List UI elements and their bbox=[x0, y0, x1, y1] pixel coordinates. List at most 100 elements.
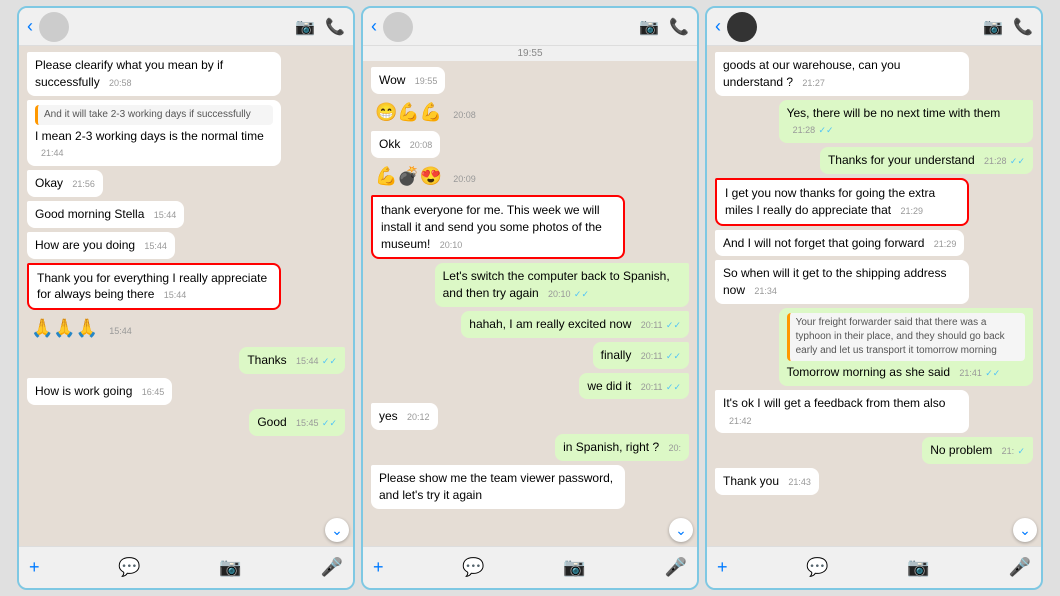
tick-icon: ✓ bbox=[1017, 446, 1025, 456]
plus-icon[interactable]: + bbox=[717, 557, 728, 578]
msg-row: Okay 21:56 bbox=[27, 170, 345, 197]
panel1: ‹ 📷 📞 Please clearify what you mean by i… bbox=[17, 6, 355, 590]
msg-bubble: hahah, I am really excited now 20:11 ✓✓ bbox=[461, 311, 689, 338]
msg-row: And I will not forget that going forward… bbox=[715, 230, 1033, 257]
phone-icon[interactable]: 📞 bbox=[1013, 17, 1033, 37]
tick-icon: ✓✓ bbox=[666, 382, 681, 392]
scroll-down-button[interactable]: ⌄ bbox=[669, 518, 693, 542]
msg-row: we did it 20:11 ✓✓ bbox=[371, 373, 689, 400]
video-call-icon[interactable]: 📷 bbox=[983, 17, 1003, 37]
msg-bubble: goods at our warehouse, can you understa… bbox=[715, 52, 969, 96]
msg-row: Thanks for your understand 21:28 ✓✓ bbox=[715, 147, 1033, 174]
msg-bubble: Thank you 21:43 bbox=[715, 468, 819, 495]
msg-row: And it will take 2-3 working days if suc… bbox=[27, 100, 345, 167]
panel2: ‹ 📷 📞 19:55 Wow 19:55 😁💪💪 20:08 bbox=[361, 6, 699, 590]
tick-icon: ✓✓ bbox=[985, 368, 1000, 378]
msg-bubble: Okk 20:08 bbox=[371, 131, 440, 158]
msg-bubble: Please clearify what you mean by if succ… bbox=[27, 52, 281, 96]
msg-row: finally 20:11 ✓✓ bbox=[371, 342, 689, 369]
panel3: ‹ 📷 📞 goods at our warehouse, can you un… bbox=[705, 6, 1043, 590]
chat-icon[interactable]: 💬 bbox=[462, 557, 484, 578]
msg-bubble: Okay 21:56 bbox=[27, 170, 103, 197]
video-call-icon[interactable]: 📷 bbox=[295, 17, 315, 37]
msg-emoji: 😁💪💪 20:08 bbox=[371, 98, 480, 127]
msg-row: I get you now thanks for going the extra… bbox=[715, 178, 1033, 226]
scroll-down-button[interactable]: ⌄ bbox=[1013, 518, 1037, 542]
msg-bubble: How is work going 16:45 bbox=[27, 378, 172, 405]
chat-footer-panel2: + 💬 📷 🎤 bbox=[363, 546, 697, 588]
msg-emoji: 💪💣😍 20:09 bbox=[371, 162, 480, 191]
msg-row: 💪💣😍 20:09 bbox=[371, 162, 689, 191]
chat-body-panel3: goods at our warehouse, can you understa… bbox=[707, 46, 1041, 546]
msg-row: Yes, there will be no next time with the… bbox=[715, 100, 1033, 144]
msg-bubble: And I will not forget that going forward… bbox=[715, 230, 964, 257]
msg-bubble: Good 15:45 ✓✓ bbox=[249, 409, 345, 436]
msg-bubble: Good morning Stella 15:44 bbox=[27, 201, 184, 228]
scroll-down-button[interactable]: ⌄ bbox=[325, 518, 349, 542]
msg-bubble: yes 20:12 bbox=[371, 403, 438, 430]
video-call-icon[interactable]: 📷 bbox=[639, 17, 659, 37]
plus-icon[interactable]: + bbox=[373, 557, 384, 578]
msg-bubble: Let's switch the computer back to Spanis… bbox=[435, 263, 689, 307]
msg-bubble-highlighted: Thank you for everything I really apprec… bbox=[27, 263, 281, 311]
header-icons: 📷 📞 bbox=[295, 17, 345, 37]
msg-row: So when will it get to the shipping addr… bbox=[715, 260, 1033, 304]
chat-icon[interactable]: 💬 bbox=[118, 557, 140, 578]
msg-bubble: in Spanish, right ? 20: bbox=[555, 434, 689, 461]
msg-row: How is work going 16:45 bbox=[27, 378, 345, 405]
phone-icon[interactable]: 📞 bbox=[669, 17, 689, 37]
msg-row: Good 15:45 ✓✓ bbox=[27, 409, 345, 436]
camera-icon[interactable]: 📷 bbox=[219, 557, 241, 578]
back-arrow[interactable]: ‹ bbox=[715, 16, 721, 37]
msg-row: How are you doing 15:44 bbox=[27, 232, 345, 259]
msg-bubble: Please show me the team viewer password,… bbox=[371, 465, 625, 509]
phone-icon[interactable]: 📞 bbox=[325, 17, 345, 37]
camera-icon[interactable]: 📷 bbox=[563, 557, 585, 578]
msg-row: Good morning Stella 15:44 bbox=[27, 201, 345, 228]
quoted-msg: And it will take 2-3 working days if suc… bbox=[35, 105, 273, 125]
camera-icon[interactable]: 📷 bbox=[907, 557, 929, 578]
msg-bubble: So when will it get to the shipping addr… bbox=[715, 260, 969, 304]
msg-row: Please clearify what you mean by if succ… bbox=[27, 52, 345, 96]
tick-icon: ✓✓ bbox=[574, 289, 589, 299]
msg-row: Wow 19:55 bbox=[371, 67, 689, 94]
msg-bubble: Thanks for your understand 21:28 ✓✓ bbox=[820, 147, 1033, 174]
header-panel3: ‹ 📷 📞 bbox=[707, 8, 1041, 46]
mic-icon[interactable]: 🎤 bbox=[321, 557, 343, 578]
avatar bbox=[39, 12, 69, 42]
header-panel1: ‹ 📷 📞 bbox=[19, 8, 353, 46]
msg-bubble: finally 20:11 ✓✓ bbox=[593, 342, 689, 369]
msg-bubble: No problem 21: ✓ bbox=[922, 437, 1033, 464]
avatar bbox=[383, 12, 413, 42]
mic-icon[interactable]: 🎤 bbox=[665, 557, 687, 578]
msg-bubble: And it will take 2-3 working days if suc… bbox=[27, 100, 281, 167]
msg-row: Let's switch the computer back to Spanis… bbox=[371, 263, 689, 307]
back-arrow[interactable]: ‹ bbox=[371, 16, 377, 37]
msg-row: Okk 20:08 bbox=[371, 131, 689, 158]
msg-row: It's ok I will get a feedback from them … bbox=[715, 390, 1033, 434]
msg-row: in Spanish, right ? 20: bbox=[371, 434, 689, 461]
msg-bubble: How are you doing 15:44 bbox=[27, 232, 175, 259]
msg-bubble-highlighted: I get you now thanks for going the extra… bbox=[715, 178, 969, 226]
msg-row: hahah, I am really excited now 20:11 ✓✓ bbox=[371, 311, 689, 338]
header-icons: 📷 📞 bbox=[639, 17, 689, 37]
header-icons: 📷 📞 bbox=[983, 17, 1033, 37]
tick-icon: ✓✓ bbox=[666, 320, 681, 330]
msg-row: Thanks 15:44 ✓✓ bbox=[27, 347, 345, 374]
msg-row: 🙏🙏🙏 15:44 bbox=[27, 314, 345, 343]
msg-row: 😁💪💪 20:08 bbox=[371, 98, 689, 127]
msg-bubble: Yes, there will be no next time with the… bbox=[779, 100, 1033, 144]
msg-row: Please show me the team viewer password,… bbox=[371, 465, 689, 509]
back-arrow[interactable]: ‹ bbox=[27, 16, 33, 37]
mic-icon[interactable]: 🎤 bbox=[1009, 557, 1031, 578]
msg-row: Your freight forwarder said that there w… bbox=[715, 308, 1033, 386]
tick-icon: ✓✓ bbox=[322, 418, 337, 428]
quoted-msg: Your freight forwarder said that there w… bbox=[787, 313, 1025, 361]
plus-icon[interactable]: + bbox=[29, 557, 40, 578]
tick-icon: ✓✓ bbox=[1010, 156, 1025, 166]
chat-icon[interactable]: 💬 bbox=[806, 557, 828, 578]
time-bar: 19:55 bbox=[363, 46, 697, 61]
msg-row: thank everyone for me. This week we will… bbox=[371, 195, 689, 259]
msg-bubble: It's ok I will get a feedback from them … bbox=[715, 390, 969, 434]
msg-row: Thank you 21:43 bbox=[715, 468, 1033, 495]
